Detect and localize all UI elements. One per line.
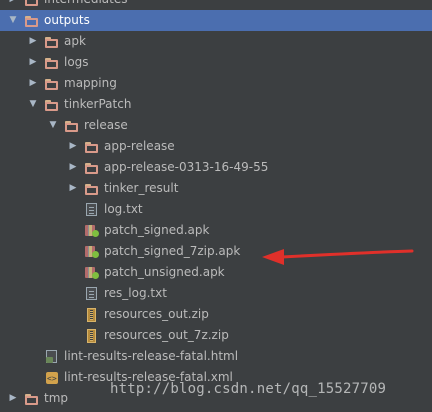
watermark: http://blog.csdn.net/qq_15527709 — [110, 381, 387, 397]
annotation-arrow — [262, 249, 414, 265]
annotation-arrow-head — [262, 249, 284, 265]
annotation-arrow-shaft — [280, 249, 414, 259]
